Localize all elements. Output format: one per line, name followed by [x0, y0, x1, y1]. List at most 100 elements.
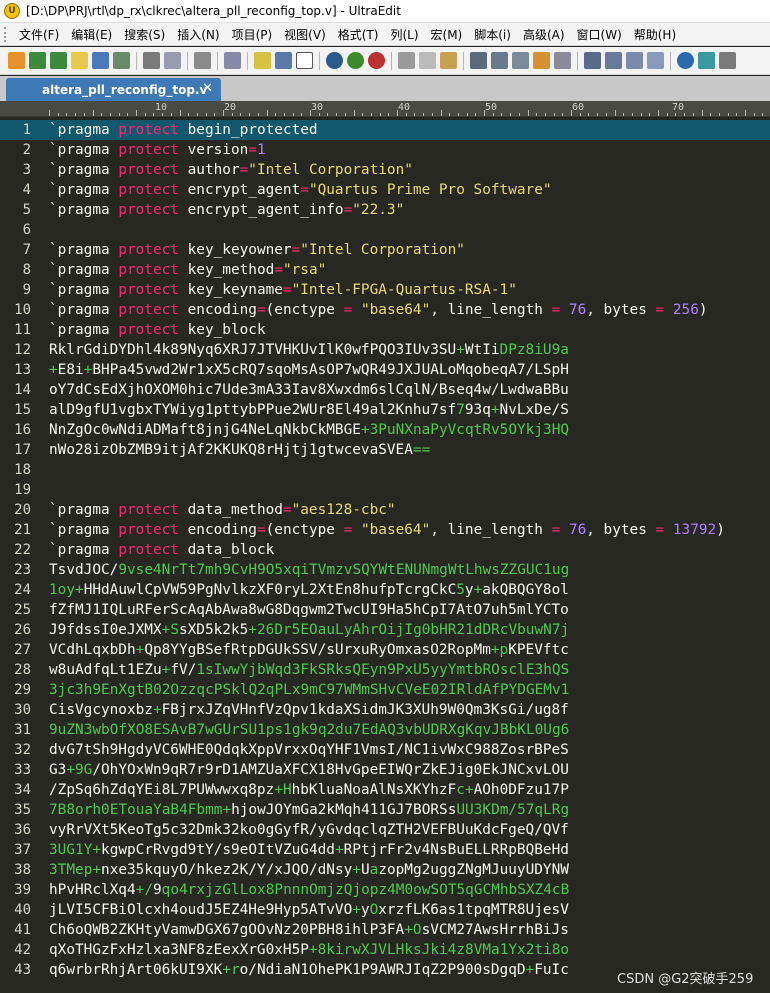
code-line[interactable]: 31 9uZN3wbOfXO8ESAvB7wGUrSU1ps1gk9q2du7Ed…: [0, 720, 770, 740]
menu-column[interactable]: 列(L): [384, 26, 424, 43]
code-line[interactable]: 6: [0, 220, 770, 240]
code-line[interactable]: 12 RklrGdiDYDhl4k89Nyq6XRJ7JTVHKUvIlK0wfP…: [0, 340, 770, 360]
find-icon[interactable]: [470, 52, 487, 69]
macro-record-icon[interactable]: [347, 52, 364, 69]
menu-insert[interactable]: 插入(N): [171, 26, 225, 43]
code-line[interactable]: 19: [0, 480, 770, 500]
ruler-label: 40: [398, 102, 411, 113]
line-number: 15: [14, 402, 31, 418]
menu-grip-handle[interactable]: [4, 26, 10, 42]
code-line[interactable]: 42 qXoTHGzFxHzlxa3NF8zEexXrG0xH5P+8kirwXJ…: [0, 940, 770, 960]
ruler-tick: [710, 113, 712, 116]
code-line[interactable]: 33 G3+9G/OhYOxWn9qR7r9rD1AMZUaXFCX18HvGpe…: [0, 760, 770, 780]
code-line[interactable]: 25 fZfMJ1IQLuRFerScAqAbAwa8wG8Dqgwm2TwcUI…: [0, 600, 770, 620]
code-line[interactable]: 18: [0, 460, 770, 480]
code-line[interactable]: 4 `pragma protect encrypt_agent="Quartus …: [0, 180, 770, 200]
code-line[interactable]: 3 `pragma protect author="Intel Corporati…: [0, 160, 770, 180]
menu-macro[interactable]: 宏(M): [425, 26, 469, 43]
menu-window[interactable]: 窗口(W): [571, 26, 628, 43]
code-line[interactable]: 8 `pragma protect key_method="rsa": [0, 260, 770, 280]
window-layout-icon[interactable]: [584, 52, 601, 69]
menu-edit[interactable]: 编辑(E): [65, 26, 118, 43]
code-line[interactable]: 37 3UG1Y+kgwpCrRvgd9tY/s9eOItVZuG4dd+RPtj…: [0, 840, 770, 860]
bookmark-icon[interactable]: [254, 52, 271, 69]
find-next-icon[interactable]: [491, 52, 508, 69]
macro-stop-icon[interactable]: [368, 52, 385, 69]
code-line[interactable]: 14 oY7dCsEdXjhOXOM0hic7Ude3mA33Iav8Xwxdm6…: [0, 380, 770, 400]
menu-file[interactable]: 文件(F): [13, 26, 65, 43]
code-line[interactable]: 36 vyRrVXt5KeoTg5c32Dmk32ko0gGyfR/yGvdqcl…: [0, 820, 770, 840]
code-line[interactable]: 28 w8uAdfqLt1EZu+fV/1sIwwYjbWqd3FkSRksQEy…: [0, 660, 770, 680]
code-line[interactable]: 13 +E8i+BHPa45vwd2Wr1xX5cRQ7sqoMsAsOP7wQR…: [0, 360, 770, 380]
print-preview-icon[interactable]: [164, 52, 181, 69]
code-line[interactable]: 11 `pragma protect key_block: [0, 320, 770, 340]
cut-icon[interactable]: [398, 52, 415, 69]
new-file-icon[interactable]: [8, 52, 25, 69]
paste-icon[interactable]: [440, 52, 457, 69]
code-line[interactable]: 27 VCdhLqxbDh+Qp8YYgBSefRtpDGUkSSV/sUrxuR…: [0, 640, 770, 660]
code-line[interactable]: 17 nWo28izObZMB9itjAf2KKUKQ8rHjtj1gtwceva…: [0, 440, 770, 460]
code-line[interactable]: 5 `pragma protect encrypt_agent_info="22.…: [0, 200, 770, 220]
replace-in-files-icon[interactable]: [554, 52, 571, 69]
copy-icon[interactable]: [419, 52, 436, 69]
code-line[interactable]: 22 `pragma protect data_block: [0, 540, 770, 560]
current-line[interactable]: 1 `pragma protect begin_protected: [0, 120, 770, 140]
code-text: `pragma protect encrypt_agent_info="22.3…: [49, 202, 405, 218]
cascade-icon[interactable]: [647, 52, 664, 69]
settings-gear-icon[interactable]: [719, 52, 736, 69]
code-line[interactable]: 39 hPvHRclXq4+/9qo4rxjzGlLox8PnnnOmjzQjop…: [0, 880, 770, 900]
open-folder-icon[interactable]: [71, 52, 88, 69]
replace-icon[interactable]: [512, 52, 529, 69]
code-line[interactable]: 24 1oy+HHdAuwlCpVW59PgNvlkzXF0ryL2XtEn8hu…: [0, 580, 770, 600]
line-number: 25: [14, 602, 31, 618]
macro-play-icon[interactable]: [326, 52, 343, 69]
menu-view[interactable]: 视图(V): [278, 26, 332, 43]
document-list-icon[interactable]: [194, 52, 211, 69]
toolbar-separator: [247, 51, 248, 70]
menu-search[interactable]: 搜索(S): [118, 26, 171, 43]
menu-advanced[interactable]: 高级(A): [517, 26, 571, 43]
code-line[interactable]: 30 CisVgcynoxbz+FBjrxJZqVHnfVzQpv1kdaXSid…: [0, 700, 770, 720]
code-line[interactable]: 26 J9fdssI0eJXMX+SsXD5k2k5+26Dr5EOauLyAhr…: [0, 620, 770, 640]
save-all-icon[interactable]: [113, 52, 130, 69]
code-line[interactable]: 34/ZpSq6hZdqYEi8L7PUWwwxq8pz+HhbKluaNoaA…: [0, 780, 770, 800]
tab-altera-pll-reconfig-top[interactable]: altera_pll_reconfig_top.v ✕: [6, 78, 221, 101]
back-arrow-icon[interactable]: [29, 52, 46, 69]
code-line[interactable]: 9 `pragma protect key_keyname="Intel-FPGA…: [0, 280, 770, 300]
code-line[interactable]: 35 7B8orh0ETouaYaB4Fbmm+hjowJOYmGa2kMqh41…: [0, 800, 770, 820]
ruler-tick: [92, 110, 94, 116]
ruler-tick: [318, 113, 320, 116]
web-browser-icon[interactable]: [677, 52, 694, 69]
tile-vertical-icon[interactable]: [626, 52, 643, 69]
code-line[interactable]: 10 `pragma protect encoding=(enctype = "b…: [0, 300, 770, 320]
menu-format[interactable]: 格式(T): [332, 26, 385, 43]
forward-arrow-icon[interactable]: [50, 52, 67, 69]
ruler-tick: [536, 113, 538, 116]
ftp-icon[interactable]: [698, 52, 715, 69]
print-icon[interactable]: [143, 52, 160, 69]
code-line[interactable]: 29 3jc3h9EnXgtB02OzzqcPSklQ2qPLx9mC97WMmS…: [0, 680, 770, 700]
line-numbers-icon[interactable]: [296, 52, 313, 69]
menu-script[interactable]: 脚本(i): [468, 26, 517, 43]
find-in-files-icon[interactable]: [533, 52, 550, 69]
word-wrap-icon[interactable]: [275, 52, 292, 69]
code-line[interactable]: 15 alD9gfU1vgbxTYWiyg1pttybPPue2WUr8El49a…: [0, 400, 770, 420]
close-icon[interactable]: ✕: [202, 81, 213, 96]
code-line[interactable]: 20 `pragma protect data_method="aes128-cb…: [0, 500, 770, 520]
code-line[interactable]: 2 `pragma protect version=1: [0, 140, 770, 160]
code-line[interactable]: 16 NnZgOc0wNdiADMaft8jnjG4NeLqNkbCkMBGE+3…: [0, 420, 770, 440]
ruler-tick: [440, 110, 442, 116]
code-editor[interactable]: 1 `pragma protect begin_protected 2 `pragma…: [0, 118, 770, 993]
tile-horizontal-icon[interactable]: [605, 52, 622, 69]
code-line[interactable]: 23 TsvdJOC/9vse4NrTt7mh9CvH9O5xqiTVmzvSQY…: [0, 560, 770, 580]
code-line[interactable]: 32 dvG7tSh9HgdyVC6WHE0QdqkXppVrxxOqYHF1Vm…: [0, 740, 770, 760]
menu-project[interactable]: 项目(P): [226, 26, 279, 43]
code-line[interactable]: 21 `pragma protect encoding=(enctype = "b…: [0, 520, 770, 540]
menu-help[interactable]: 帮助(H): [628, 26, 682, 43]
code-line[interactable]: 41 Ch6oQWB2ZKHtyVamwDGX67gOOvNz20PBH8ihlP…: [0, 920, 770, 940]
save-icon[interactable]: [92, 52, 109, 69]
code-line[interactable]: 40 jLVI5CFBiOlcxh4oudJ5EZ4He9Hyp5ATvVO+yO…: [0, 900, 770, 920]
code-line[interactable]: 7 `pragma protect key_keyowner="Intel Cor…: [0, 240, 770, 260]
code-line[interactable]: 38 3TMep+nxe35kquyO/hkez2K/Y/xJQO/dNsy+Ua…: [0, 860, 770, 880]
column-mode-icon[interactable]: [224, 52, 241, 69]
